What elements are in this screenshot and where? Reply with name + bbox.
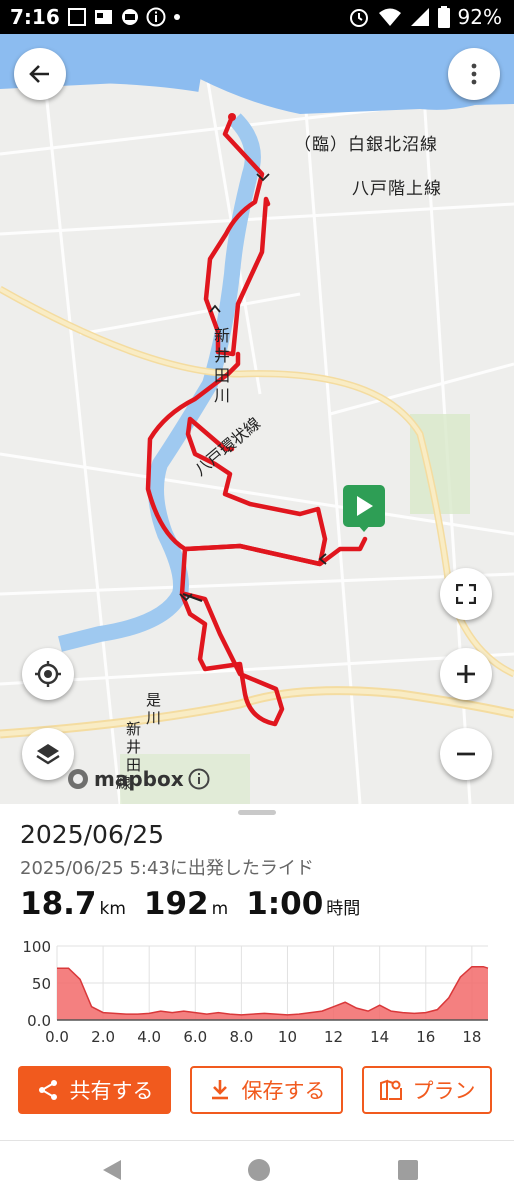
- back-button[interactable]: [14, 48, 66, 100]
- x-tick-label: 6.0: [183, 1028, 207, 1046]
- x-tick-label: 10: [278, 1028, 297, 1046]
- ride-summary-sheet: 2025/06/25 2025/06/25 5:43に出発したライド 18.7 …: [0, 804, 514, 1140]
- signal-icon: [410, 8, 429, 26]
- share-label: 共有する: [69, 1079, 154, 1103]
- download-icon: [211, 1080, 228, 1100]
- road-label-hachinohe-hashikami: 八戸階上線: [352, 179, 442, 199]
- duration-unit: 時間: [326, 899, 361, 919]
- elevation-unit: m: [211, 899, 229, 919]
- x-tick-label: 0.0: [45, 1028, 69, 1046]
- my-location-button[interactable]: [22, 648, 74, 700]
- dot-icon: [173, 14, 180, 20]
- alarm-icon: [349, 9, 368, 27]
- notification-icons: [67, 7, 182, 27]
- distance-value: 18.7: [20, 886, 97, 922]
- x-tick-label: 18: [462, 1028, 481, 1046]
- minus-icon: [457, 752, 475, 756]
- info-icon[interactable]: [188, 768, 210, 790]
- more-vert-icon: [471, 63, 477, 85]
- home-circle-icon[interactable]: [247, 1158, 271, 1182]
- gallery-icon: [67, 8, 86, 26]
- y-tick-label: 100: [22, 938, 51, 956]
- save-label: 保存する: [241, 1079, 326, 1103]
- ride-subtitle: 2025/06/25 5:43に出発したライド: [20, 858, 314, 879]
- distance-unit: km: [99, 899, 126, 919]
- ride-stats: 18.7 km 192 m 1:00 時間: [20, 886, 378, 922]
- more-options-button[interactable]: [448, 48, 500, 100]
- app-icon: [121, 9, 138, 25]
- crosshair-icon: [35, 661, 61, 687]
- x-tick-label: 4.0: [137, 1028, 161, 1046]
- route-map[interactable]: （臨）白銀北沼線 八戸階上線 新 井 田 川 八戸環状線 是 川 新 井 田 線…: [0, 34, 514, 804]
- android-nav-bar: [0, 1140, 514, 1201]
- map-pin-icon: [379, 1079, 402, 1100]
- road-label-ko-char-2: 川: [146, 709, 162, 727]
- status-time: 7:16: [10, 5, 60, 29]
- arrow-left-icon: [29, 65, 49, 83]
- plan-button[interactable]: プラン: [362, 1066, 492, 1114]
- start-marker-pointer: [357, 524, 371, 532]
- battery-level: 92%: [457, 5, 502, 29]
- mapbox-logo-icon: [68, 769, 88, 789]
- ride-date: 2025/06/25: [20, 820, 165, 849]
- play-icon: [357, 496, 373, 516]
- x-tick-label: 2.0: [91, 1028, 115, 1046]
- plus-icon: [457, 665, 475, 683]
- zoom-out-button[interactable]: [440, 728, 492, 780]
- layers-icon: [36, 744, 60, 765]
- elevation-value: 192: [143, 886, 209, 922]
- fullscreen-button[interactable]: [440, 568, 492, 620]
- river-label-char-4: 川: [214, 386, 231, 405]
- share-button[interactable]: 共有する: [18, 1066, 171, 1114]
- status-bar: 7:16 92%: [0, 0, 514, 34]
- duration-value: 1:00: [246, 886, 324, 922]
- start-marker[interactable]: [343, 485, 385, 527]
- zoom-in-button[interactable]: [440, 648, 492, 700]
- recents-square-icon[interactable]: [397, 1159, 419, 1181]
- y-tick-label: 50: [32, 975, 51, 993]
- info-icon: [146, 7, 166, 27]
- elevation-chart: 0.0501000.0 2.0 4.0 6.0 8.0 10 12 14 16 18: [22, 938, 489, 1046]
- battery-icon: [437, 6, 450, 28]
- save-button[interactable]: 保存する: [190, 1066, 343, 1114]
- x-tick-label: 16: [416, 1028, 435, 1046]
- mapbox-label: mapbox: [94, 767, 184, 791]
- plan-label: プラン: [412, 1079, 476, 1103]
- news-icon: [94, 10, 112, 24]
- back-triangle-icon[interactable]: [101, 1158, 123, 1182]
- elevation-line: [57, 965, 489, 1016]
- wifi-icon: [378, 8, 401, 26]
- road-label-shirogane: （臨）白銀北沼線: [294, 135, 438, 155]
- x-tick-label: 14: [370, 1028, 389, 1046]
- share-icon: [38, 1080, 57, 1100]
- sheet-drag-handle[interactable]: [238, 810, 276, 815]
- x-tick-label: 12: [324, 1028, 343, 1046]
- fullscreen-icon: [456, 584, 476, 604]
- mapbox-attribution[interactable]: mapbox: [66, 767, 210, 791]
- x-tick-label: 8.0: [229, 1028, 253, 1046]
